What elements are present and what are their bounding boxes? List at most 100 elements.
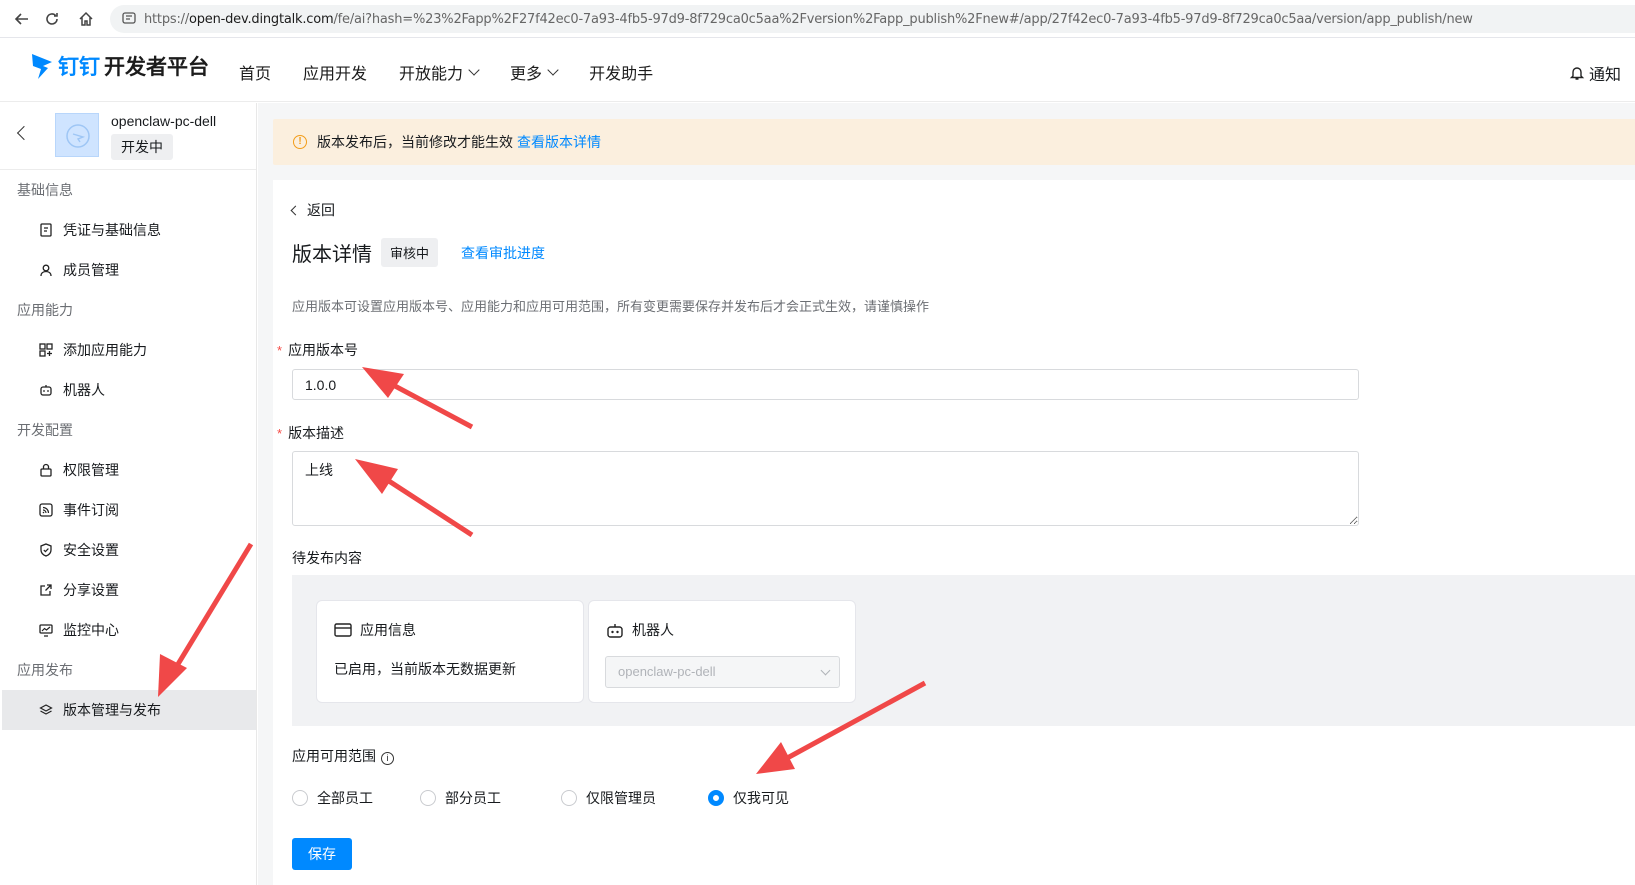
scope-label-text: 应用可用范围 <box>292 748 376 764</box>
url-host: open-dev.dingtalk.com <box>189 11 334 27</box>
logo-brand: 钉钉 <box>58 56 100 79</box>
nav-app-dev[interactable]: 应用开发 <box>303 60 367 84</box>
section-title-dev-config: 开发配置 <box>17 422 73 438</box>
sidebar-item-label: 分享设置 <box>63 582 119 598</box>
scope-radio-group: 全部员工 部分员工 仅限管理员 仅我可见 <box>292 788 789 808</box>
card-head: 应用信息 <box>334 620 416 640</box>
nav-open-ability[interactable]: 开放能力 <box>399 60 480 84</box>
page-description: 应用版本可设置应用版本号、应用能力和应用可用范围，所有变更需要保存并发布后才会正… <box>292 299 930 314</box>
sidebar-item-robot[interactable]: 机器人 <box>0 370 256 410</box>
sidebar-item-label: 机器人 <box>63 382 105 398</box>
card-title: 机器人 <box>632 622 674 638</box>
save-button[interactable]: 保存 <box>292 838 352 870</box>
sidebar-item-members[interactable]: 成员管理 <box>0 250 256 290</box>
publish-alert: ! 版本发布后，当前修改才能生效 查看版本详情 <box>273 119 1635 165</box>
address-bar[interactable]: https://open-dev.dingtalk.com/fe/ai?hash… <box>110 5 1635 33</box>
alert-text: 版本发布后，当前修改才能生效 <box>317 134 513 150</box>
desc-label: * 版本描述 <box>277 423 344 443</box>
url-prefix: https:// <box>144 11 189 27</box>
app-avatar <box>55 113 99 157</box>
rss-icon <box>38 503 53 518</box>
robot-select-value: openclaw-pc-dell <box>618 664 716 679</box>
radio-only-me[interactable]: 仅我可见 <box>708 788 789 808</box>
page-title: 版本详情 <box>292 244 372 266</box>
nav-more[interactable]: 更多 <box>510 60 559 84</box>
nav-home-label: 首页 <box>239 66 272 83</box>
credential-icon <box>38 223 53 238</box>
sidebar-item-label: 事件订阅 <box>63 502 119 518</box>
radio-dot <box>561 790 577 806</box>
sidebar-item-label: 成员管理 <box>63 262 119 278</box>
chevron-down-icon <box>547 63 559 76</box>
sidebar-item-credentials[interactable]: 凭证与基础信息 <box>0 210 256 250</box>
required-mark: * <box>277 343 283 358</box>
version-input[interactable] <box>292 369 1359 400</box>
app-card: openclaw-pc-dell 开发中 <box>0 103 256 170</box>
required-mark: * <box>277 426 283 441</box>
sidebar-item-add-ability[interactable]: 添加应用能力 <box>0 330 256 370</box>
nav-app-dev-label: 应用开发 <box>303 66 368 83</box>
home-icon[interactable] <box>76 9 96 29</box>
status-badge: 审核中 <box>381 238 439 267</box>
share-icon <box>38 583 53 598</box>
sidebar-item-events[interactable]: 事件订阅 <box>0 490 256 530</box>
browser-window-icon <box>334 622 352 638</box>
version-detail-panel: 返回 版本详情 审核中 查看审批进度 应用版本可设置应用版本号、应用能力和应用可… <box>273 180 1635 885</box>
radio-some-staff[interactable]: 部分员工 <box>420 788 501 808</box>
radio-label: 全部员工 <box>317 790 373 806</box>
version-label: * 应用版本号 <box>277 340 358 360</box>
warning-icon: ! <box>293 135 307 149</box>
apps-icon <box>38 343 53 358</box>
logo-product: 开发者平台 <box>104 56 209 79</box>
section-title-ability: 应用能力 <box>17 302 73 318</box>
monitor-icon <box>38 623 53 638</box>
radio-label: 仅限管理员 <box>586 790 656 806</box>
radio-all-staff[interactable]: 全部员工 <box>292 788 373 808</box>
sidebar-item-label: 安全设置 <box>63 542 119 558</box>
site-info-icon[interactable] <box>122 11 136 28</box>
dingtalk-logo-icon <box>32 54 52 79</box>
sidebar-item-label: 版本管理与发布 <box>63 702 161 718</box>
scope-label: 应用可用范围 i <box>292 746 394 766</box>
card-title: 应用信息 <box>360 622 416 638</box>
back-arrow-icon[interactable] <box>16 125 32 141</box>
nav-open-ability-label: 开放能力 <box>399 66 464 83</box>
radio-dot <box>420 790 436 806</box>
shield-icon <box>38 543 53 558</box>
lock-icon <box>38 463 53 478</box>
radio-dot <box>292 790 308 806</box>
logo[interactable]: 钉钉 开发者平台 <box>30 51 209 81</box>
robot-select[interactable]: openclaw-pc-dell <box>605 656 840 688</box>
radio-label: 仅我可见 <box>733 790 789 806</box>
nav-dev-assistant[interactable]: 开发助手 <box>589 60 653 84</box>
sidebar-item-label: 权限管理 <box>63 462 119 478</box>
version-label-text: 应用版本号 <box>288 342 359 358</box>
reload-icon[interactable] <box>42 9 62 29</box>
pending-content-box: 应用信息 已启用，当前版本无数据更新 机器人 openclaw-pc-dell <box>292 575 1635 726</box>
sidebar-item-version-publish[interactable]: 版本管理与发布 <box>2 690 256 730</box>
nav-home[interactable]: 首页 <box>239 60 271 84</box>
app-status-badge: 开发中 <box>111 134 173 160</box>
robot-icon <box>606 622 624 638</box>
back-link[interactable]: 返回 <box>290 200 335 220</box>
user-icon <box>38 263 53 278</box>
sidebar-item-monitor[interactable]: 监控中心 <box>0 610 256 650</box>
bell-icon <box>1569 67 1585 80</box>
radio-admins-only[interactable]: 仅限管理员 <box>561 788 656 808</box>
sidebar-item-share[interactable]: 分享设置 <box>0 570 256 610</box>
sidebar-item-security[interactable]: 安全设置 <box>0 530 256 570</box>
notify-button[interactable]: 通知 <box>1569 61 1621 85</box>
robot-icon <box>38 383 53 398</box>
info-icon[interactable]: i <box>381 752 394 765</box>
view-version-link[interactable]: 查看版本详情 <box>517 132 601 152</box>
back-icon[interactable] <box>12 9 32 29</box>
view-progress-link[interactable]: 查看审批进度 <box>461 243 545 263</box>
desc-label-text: 版本描述 <box>288 425 345 441</box>
nav-more-label: 更多 <box>510 66 543 83</box>
chevron-down-icon <box>468 63 480 76</box>
sidebar-item-permissions[interactable]: 权限管理 <box>0 450 256 490</box>
app-info-card: 应用信息 已启用，当前版本无数据更新 <box>316 600 584 703</box>
app-header: 钉钉 开发者平台 首页 应用开发 开放能力 更多 开发助手 通知 <box>0 39 1635 102</box>
sidebar-item-label: 监控中心 <box>63 622 119 638</box>
description-textarea[interactable]: 上线 <box>292 451 1359 526</box>
